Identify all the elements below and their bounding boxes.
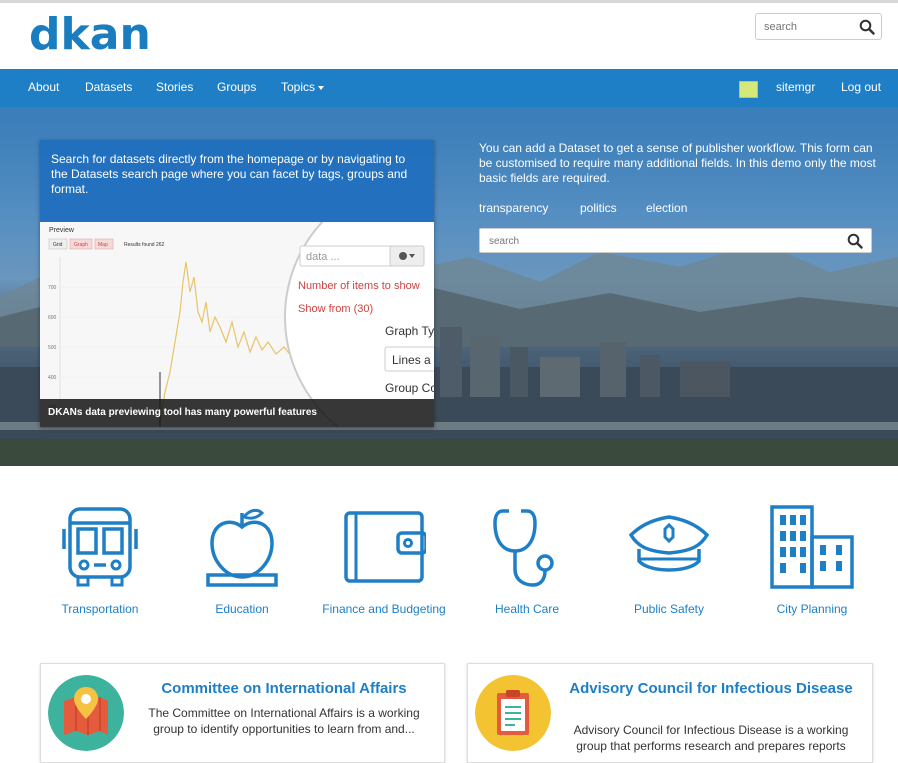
apple-icon <box>206 508 278 587</box>
tag-link[interactable]: transparency <box>479 201 548 215</box>
preview-ytick: 700 <box>48 285 57 291</box>
group-card[interactable]: Committee on International Affairs The C… <box>40 663 445 763</box>
nav-datasets[interactable]: Datasets <box>85 80 132 94</box>
topic-label: Education <box>215 602 269 616</box>
clipboard-icon <box>475 675 551 751</box>
police-cap-icon <box>628 515 710 572</box>
preview-side-label: Lines a <box>392 353 431 367</box>
user-avatar[interactable] <box>739 81 758 98</box>
preview-side-label: Graph Ty <box>385 324 434 338</box>
stethoscope-icon <box>493 509 554 587</box>
main-navbar: About Datasets Stories Groups Topics sit… <box>0 69 898 107</box>
hero-search <box>479 228 872 253</box>
bus-icon <box>62 507 138 587</box>
buildings-icon <box>770 505 854 589</box>
preview-caption-bar: DKANs data previewing tool has many powe… <box>40 399 434 427</box>
preview-ytick: 500 <box>48 345 57 351</box>
group-description: Advisory Council for Infectious Disease … <box>573 723 849 753</box>
group-title[interactable]: Committee on International Affairs <box>137 680 431 697</box>
site-header: dkan <box>0 0 898 69</box>
group-card[interactable]: Advisory Council for Infectious Disease … <box>467 663 873 763</box>
nav-groups[interactable]: Groups <box>217 80 256 94</box>
preview-feature-card: Search for datasets directly from the ho… <box>40 140 434 427</box>
nav-user[interactable]: sitemgr <box>776 80 815 94</box>
preview-screenshot: Preview Grid Graph Map Results found 262… <box>40 222 434 427</box>
nav-logout[interactable]: Log out <box>841 80 881 94</box>
topic-finance[interactable]: Finance and Budgeting <box>319 505 449 617</box>
chevron-down-icon <box>318 85 325 90</box>
preview-tab-map: Map <box>98 242 108 248</box>
header-search-input[interactable] <box>764 18 854 36</box>
nav-about[interactable]: About <box>28 80 59 94</box>
nav-stories[interactable]: Stories <box>156 80 193 94</box>
topic-label: Transportation <box>61 602 139 616</box>
dkan-logo[interactable]: dkan <box>29 13 151 57</box>
topic-transportation[interactable]: Transportation <box>35 505 165 617</box>
topic-label: City Planning <box>776 602 848 616</box>
search-icon[interactable] <box>847 233 863 249</box>
hero-banner: Search for datasets directly from the ho… <box>0 107 898 466</box>
hero-search-input[interactable] <box>489 233 819 249</box>
topic-label: Health Care <box>494 602 560 616</box>
wallet-icon <box>344 511 426 583</box>
map-pin-icon <box>48 675 124 751</box>
preview-caption: DKANs data previewing tool has many powe… <box>48 407 317 418</box>
preview-tab-graph: Graph <box>74 242 88 248</box>
topic-education[interactable]: Education <box>177 505 307 617</box>
nav-topics-label: Topics <box>281 80 316 94</box>
preview-ytick: 600 <box>48 315 57 321</box>
preview-screenshot-graphic: Preview Grid Graph Map Results found 262… <box>40 222 434 427</box>
preview-menu-item: Number of items to show <box>298 280 420 292</box>
hero-description: You can add a Dataset to get a sense of … <box>479 141 876 185</box>
nav-topics-dropdown[interactable]: Topics <box>281 80 325 94</box>
preview-menu-item: Show from (30) <box>298 303 373 315</box>
preview-description: Search for datasets directly from the ho… <box>51 152 408 196</box>
tag-link[interactable]: election <box>646 201 687 215</box>
group-title[interactable]: Advisory Council for Infectious Disease <box>564 680 858 697</box>
preview-title: Preview <box>49 227 75 234</box>
topic-city-planning[interactable]: City Planning <box>747 505 877 617</box>
tag-link[interactable]: politics <box>580 201 617 215</box>
preview-search-placeholder: data ... <box>306 251 340 263</box>
topic-health-care[interactable]: Health Care <box>462 505 592 617</box>
preview-side-label: Group Co <box>385 381 434 395</box>
search-icon[interactable] <box>859 19 875 35</box>
preview-tab-grid: Grid <box>53 242 63 248</box>
header-search <box>755 13 882 40</box>
group-description: The Committee on International Affairs i… <box>148 706 420 736</box>
preview-results-count: Results found 262 <box>124 242 165 248</box>
topic-label: Public Safety <box>633 602 705 616</box>
preview-ytick: 400 <box>48 375 57 381</box>
topic-label: Finance and Budgeting <box>322 602 446 616</box>
topic-public-safety[interactable]: Public Safety <box>604 505 734 617</box>
